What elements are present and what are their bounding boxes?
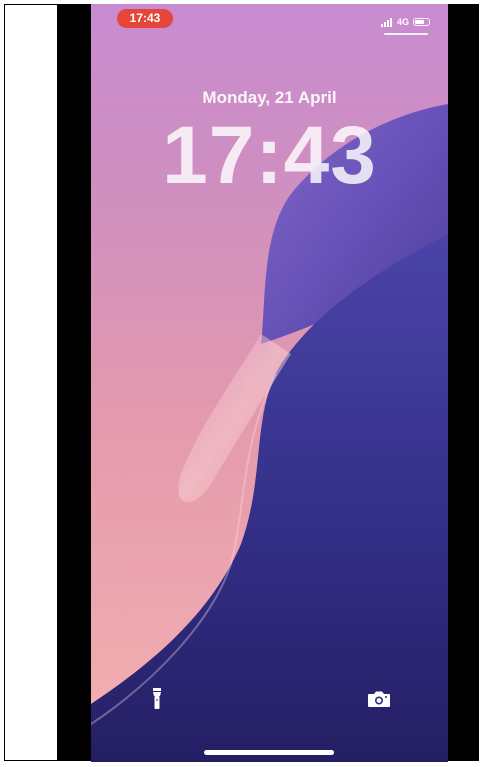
network-type: 4G xyxy=(396,17,409,27)
signal-icon xyxy=(380,17,393,27)
camera-button[interactable] xyxy=(364,684,394,714)
lock-date: Monday, 21 April xyxy=(202,88,337,107)
lock-time: 17:43 xyxy=(162,110,377,201)
flashlight-icon xyxy=(153,688,161,709)
status-indicators: 4G xyxy=(380,15,430,29)
camera-icon xyxy=(368,691,390,707)
home-indicator[interactable] xyxy=(204,750,334,755)
status-underline xyxy=(384,33,428,35)
flashlight-button[interactable] xyxy=(145,684,169,714)
lock-screen: 17:43 4G Monday, 21 April 17:43 xyxy=(91,4,448,762)
battery-icon xyxy=(413,18,430,26)
recording-time-pill[interactable]: 17:43 xyxy=(117,9,173,28)
